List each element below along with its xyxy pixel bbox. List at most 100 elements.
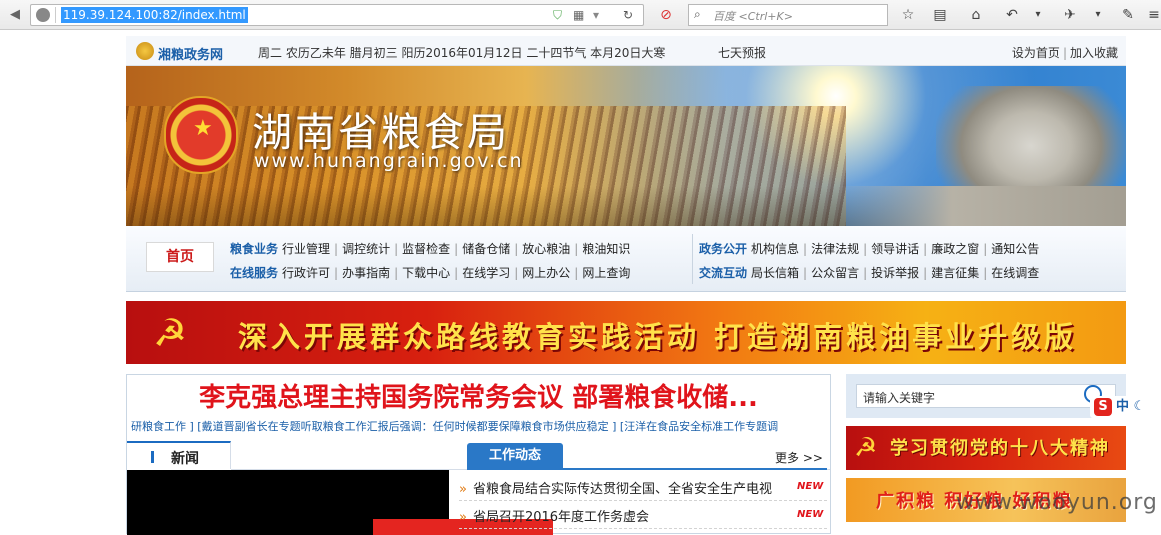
site-topbar: 湘粮政务网 周二 农历乙未年 腊月初三 阳历2016年01月12日 二十四节气 … xyxy=(126,36,1126,66)
nav-sep: | xyxy=(334,242,339,256)
list-divider xyxy=(459,500,827,501)
add-favorite-link[interactable]: 加入收藏 xyxy=(1070,46,1118,60)
nav-sep: | xyxy=(454,266,459,280)
nav-category-public[interactable]: 政务公开 xyxy=(699,242,747,256)
nav-item[interactable]: 建言征集 xyxy=(931,266,979,280)
nav-divider xyxy=(692,234,693,284)
nav-item[interactable]: 在线调查 xyxy=(991,266,1039,280)
site-name[interactable]: 湘粮政务网 xyxy=(158,44,223,63)
nav-item[interactable]: 公众留言 xyxy=(811,266,859,280)
nav-category-business[interactable]: 粮食业务 xyxy=(230,242,278,256)
nav-item[interactable]: 投诉举报 xyxy=(871,266,919,280)
nav-sep: | xyxy=(334,266,339,280)
nav-item[interactable]: 粮油知识 xyxy=(582,242,630,256)
list-divider xyxy=(459,528,827,529)
url-text[interactable]: 119.39.124.100:82/index.html xyxy=(61,7,248,23)
nav-row-service: 在线服务 行政许可 | 办事指南 | 下载中心 | 在线学习 | 网上办公 | 网上查询 xyxy=(230,264,630,281)
addon-icon[interactable]: ✈ xyxy=(1060,5,1080,25)
nav-item[interactable]: 行政许可 xyxy=(282,266,330,280)
arrow-icon: » xyxy=(459,510,467,525)
nav-sep: | xyxy=(514,266,519,280)
browser-toolbar: ◀ 119.39.124.100:82/index.html ⛉ ▦ ▾ ↻ ⊘… xyxy=(0,0,1161,30)
undo-icon[interactable]: ↶ xyxy=(1002,5,1022,25)
nav-item[interactable]: 法律法规 xyxy=(811,242,859,256)
tab-marker xyxy=(151,451,154,463)
tab-work-updates[interactable]: 工作动态 xyxy=(467,443,563,469)
block-icon[interactable]: ⊘ xyxy=(656,5,676,25)
nav-item[interactable]: 领导讲话 xyxy=(871,242,919,256)
nav-item[interactable]: 储备仓储 xyxy=(462,242,510,256)
tab-news[interactable]: 新闻 xyxy=(127,441,231,469)
nav-item[interactable]: 廉政之窗 xyxy=(931,242,979,256)
address-divider xyxy=(55,7,56,23)
news-panel: 李克强总理主持国务院常务会议 部署粮食收储... 研粮食工作 ] [戴道晋副省长… xyxy=(126,374,831,535)
reader-icon[interactable]: ▤ xyxy=(930,5,950,25)
moon-icon: ☾ xyxy=(1129,399,1146,414)
search-icon: ⌕ xyxy=(694,7,701,21)
home-icon[interactable]: ⌂ xyxy=(966,5,986,25)
search-bar[interactable]: ⌕ 百度 <Ctrl+K> xyxy=(688,4,888,26)
ime-indicator[interactable]: S中 ☾ xyxy=(1090,396,1150,418)
nav-sep: | xyxy=(863,266,868,280)
menu-icon[interactable]: ≡ xyxy=(1144,5,1161,25)
new-badge: NEW xyxy=(797,481,824,492)
hammer-sickle-icon: ☭ xyxy=(854,433,878,463)
set-homepage-link[interactable]: 设为首页 xyxy=(1012,46,1060,60)
national-emblem-icon: ★ xyxy=(164,96,238,174)
globe-icon xyxy=(36,8,50,22)
new-badge: NEW xyxy=(797,509,824,520)
nav-row-interact: 交流互动 局长信箱 | 公众留言 | 投诉举报 | 建言征集 | 在线调查 xyxy=(699,264,1039,281)
list-item[interactable]: » 省粮食局结合实际传达贯彻全国、全省安全生产电视 xyxy=(459,478,772,497)
nav-item[interactable]: 机构信息 xyxy=(751,242,799,256)
more-link[interactable]: 更多 >> xyxy=(775,449,823,466)
slogan-banner[interactable]: ☭ 深入开展群众路线教育实践活动 打造湖南粮油事业升级版 xyxy=(126,301,1126,364)
news-ticker[interactable]: 研粮食工作 ] [戴道晋副省长在专题听取粮食工作汇报后强调：任何时候都要保障粮食… xyxy=(131,418,828,434)
nav-item[interactable]: 监督检查 xyxy=(402,242,450,256)
nav-sep: | xyxy=(574,242,579,256)
nav-item[interactable]: 办事指南 xyxy=(342,266,390,280)
shield-icon[interactable]: ⛉ xyxy=(553,7,562,23)
slogan-text: 深入开展群众路线教育实践活动 打造湖南粮油事业升级版 xyxy=(238,320,1078,354)
headline-link[interactable]: 李克强总理主持国务院常务会议 部署粮食收储... xyxy=(127,377,830,414)
nav-item[interactable]: 放心粮油 xyxy=(522,242,570,256)
nav-item[interactable]: 下载中心 xyxy=(402,266,450,280)
list-item-title[interactable]: 省局召开2016年度工作务虚会 xyxy=(473,510,649,525)
header-banner: ★ 湖南省粮食局 www.hunangrain.gov.cn xyxy=(126,66,1126,226)
nav-item[interactable]: 通知公告 xyxy=(991,242,1039,256)
watermark: www.wooyun.org xyxy=(956,490,1158,515)
address-bar[interactable]: 119.39.124.100:82/index.html ⛉ ▦ ▾ ↻ xyxy=(30,4,644,26)
nav-item[interactable]: 行业管理 xyxy=(282,242,330,256)
nav-item[interactable]: 局长信箱 xyxy=(751,266,799,280)
search-placeholder: 百度 <Ctrl+K> xyxy=(713,10,793,23)
home-nav-button[interactable]: 首页 xyxy=(146,242,214,272)
arrow-icon: » xyxy=(459,482,467,497)
addon-dropdown-icon[interactable]: ▾ xyxy=(1088,5,1108,25)
promo-banner-party[interactable]: ☭ 学习贯彻党的十八大精神 xyxy=(846,426,1126,470)
nav-category-interact[interactable]: 交流互动 xyxy=(699,266,747,280)
list-item-title[interactable]: 省粮食局结合实际传达贯彻全国、全省安全生产电视 xyxy=(473,482,772,497)
weather-link[interactable]: 七天预报 xyxy=(718,44,766,61)
nav-sep: | xyxy=(514,242,519,256)
hammer-sickle-icon: ☭ xyxy=(152,311,188,355)
undo-dropdown-icon[interactable]: ▾ xyxy=(1028,5,1048,25)
nav-sep: | xyxy=(983,266,988,280)
nav-item[interactable]: 在线学习 xyxy=(462,266,510,280)
nav-item[interactable]: 网上办公 xyxy=(522,266,570,280)
site-search-input[interactable]: 请输入关键字 xyxy=(856,384,1116,408)
reload-icon[interactable]: ↻ xyxy=(623,7,633,23)
site-logo-icon xyxy=(136,42,154,60)
list-item[interactable]: » 省局召开2016年度工作务虚会 xyxy=(459,506,649,525)
notes-icon[interactable]: ✎ xyxy=(1118,5,1138,25)
nav-category-service[interactable]: 在线服务 xyxy=(230,266,278,280)
nav-sep: | xyxy=(803,266,808,280)
top-links-divider: | xyxy=(1062,46,1067,60)
top-links: 设为首页 | 加入收藏 xyxy=(1012,44,1118,61)
back-icon[interactable]: ◀ xyxy=(4,4,26,26)
promo-party-text: 学习贯彻党的十八大精神 xyxy=(890,438,1110,459)
nav-sep: | xyxy=(394,242,399,256)
nav-item[interactable]: 调控统计 xyxy=(342,242,390,256)
bookmark-star-icon[interactable]: ☆ xyxy=(898,5,918,25)
qr-code-icon[interactable]: ▦ xyxy=(573,7,584,23)
dropdown-icon[interactable]: ▾ xyxy=(593,7,599,23)
nav-item[interactable]: 网上查询 xyxy=(582,266,630,280)
